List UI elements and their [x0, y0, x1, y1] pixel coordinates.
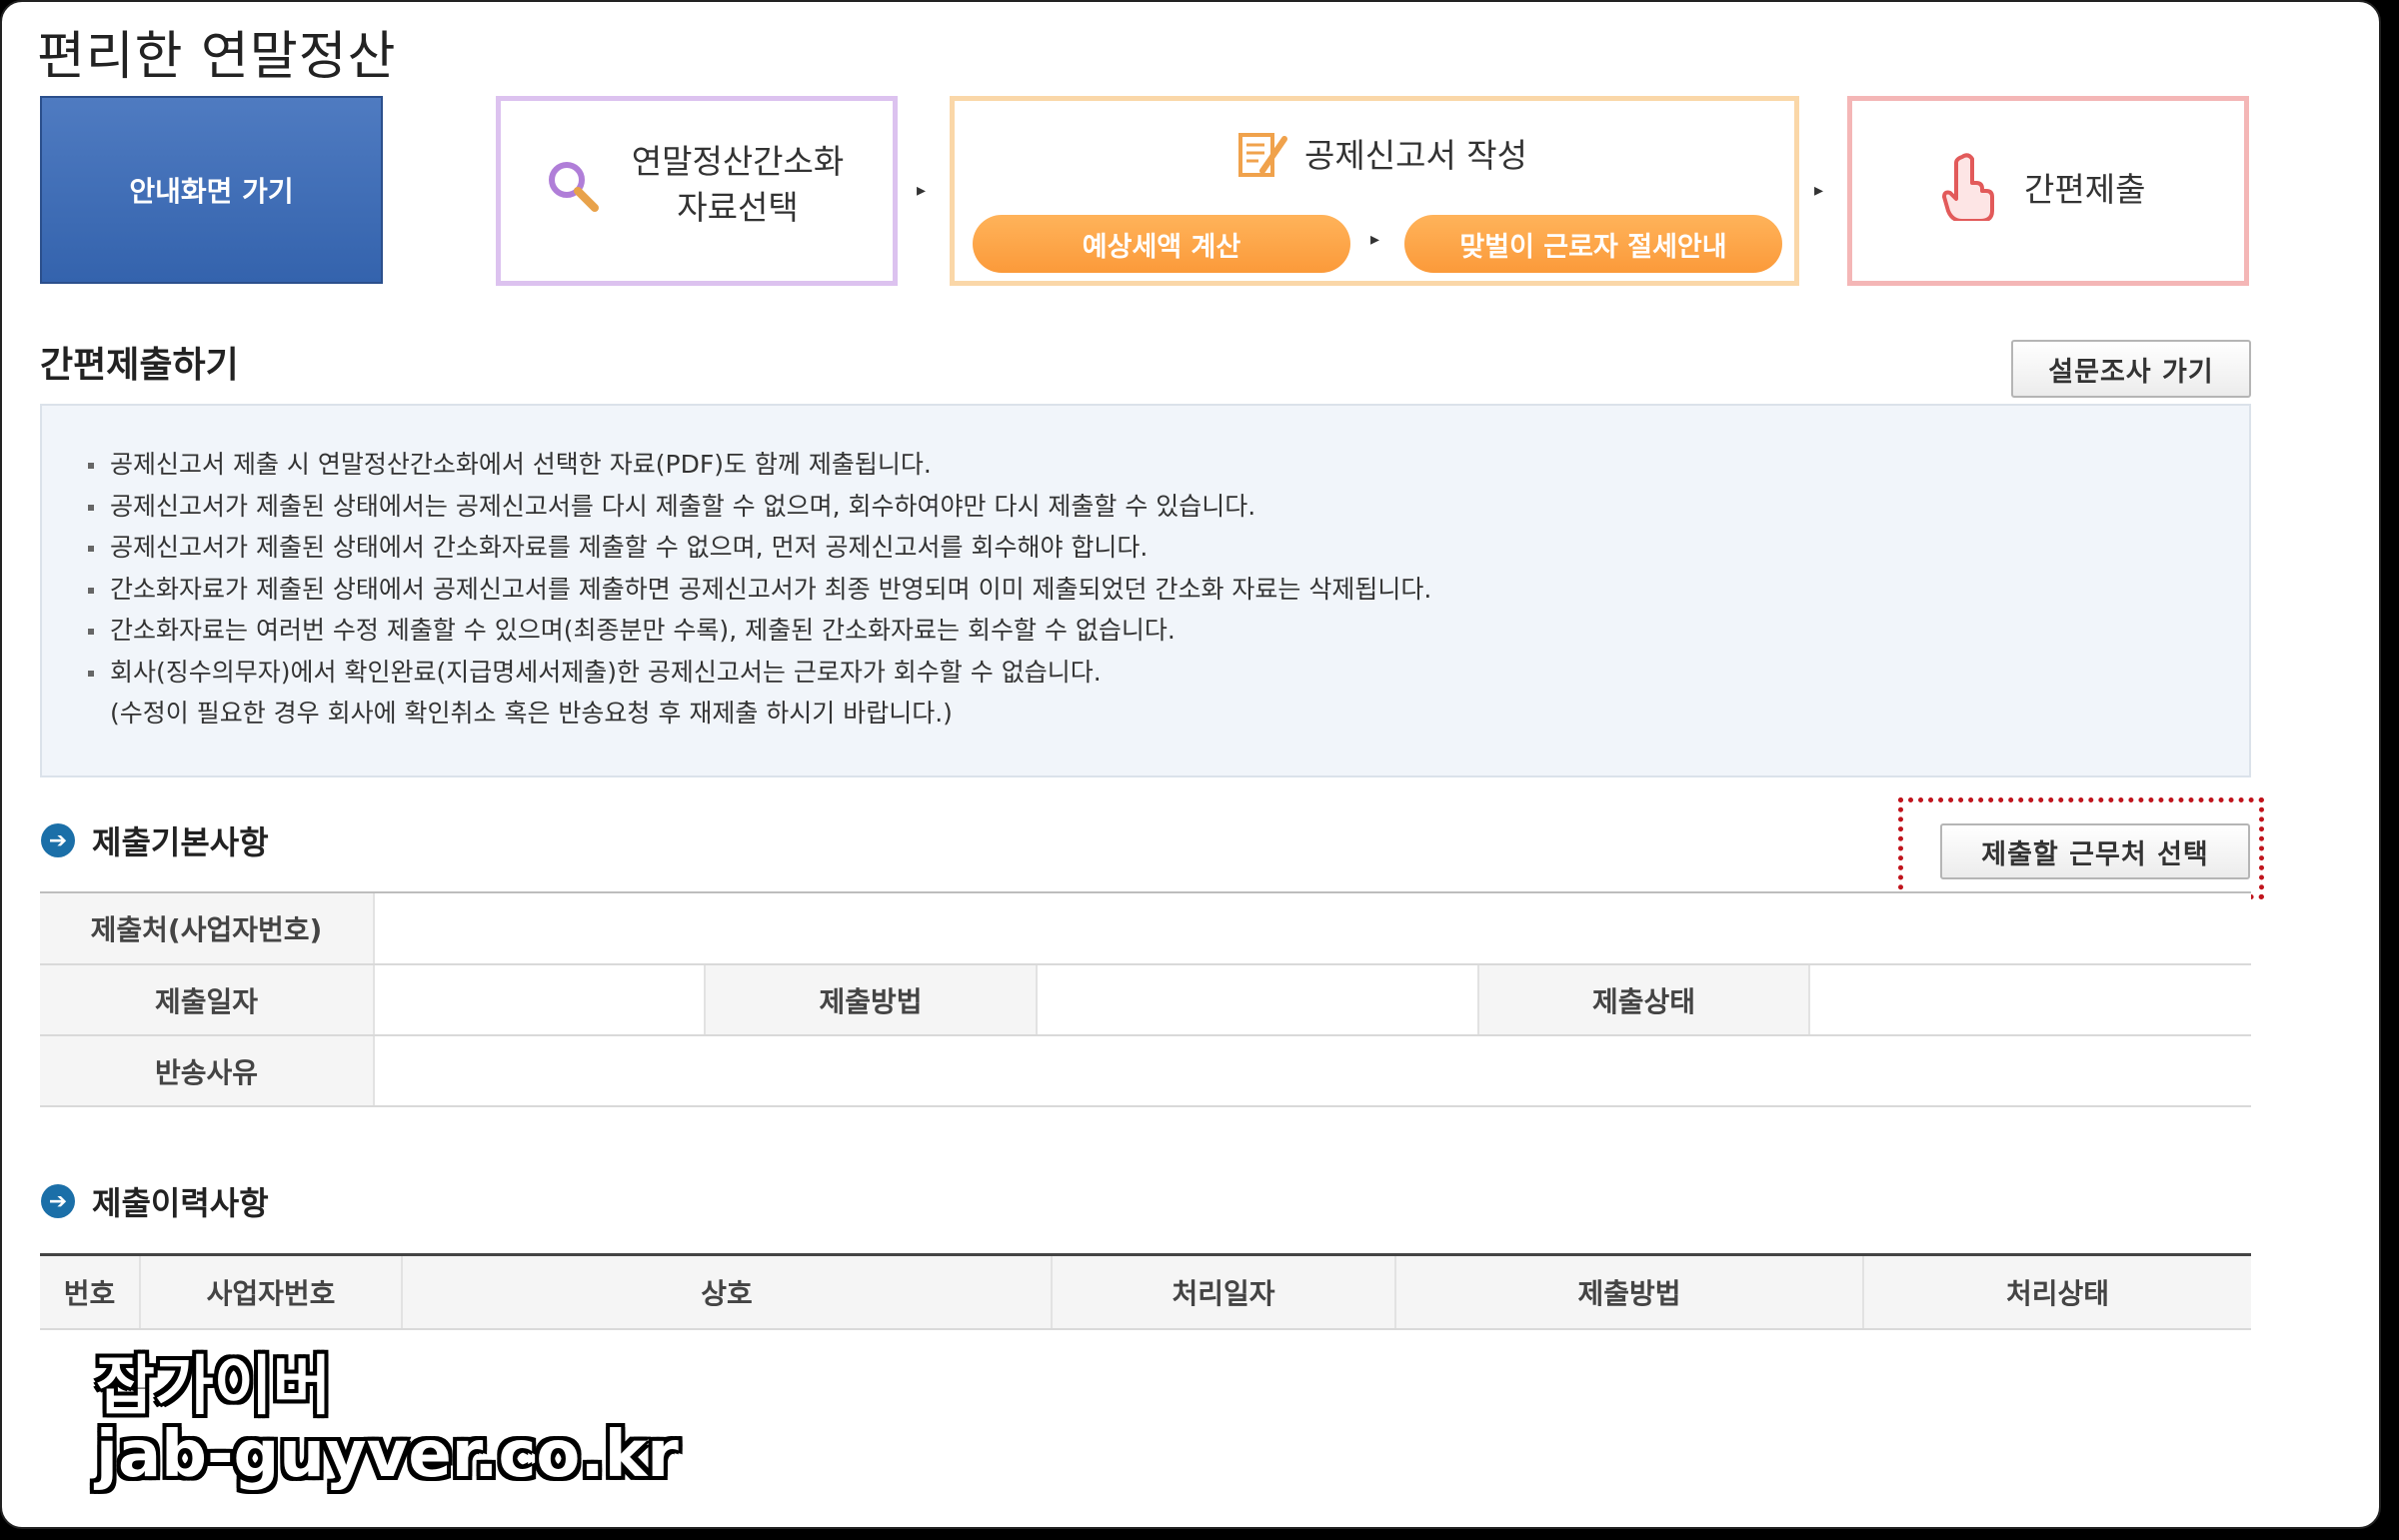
col-submit-method: 제출방법 — [1395, 1256, 1864, 1330]
history-table: 번호 사업자번호 상호 처리일자 제출방법 처리상태 — [40, 1256, 2251, 1330]
submitter-label: 제출처(사업자번호) — [40, 893, 375, 965]
step2-title: 공제신고서 작성 — [1304, 136, 1528, 175]
basic-info-table: 제출처(사업자번호) 제출일자 제출방법 제출상태 반송사유 — [40, 893, 2251, 1107]
section-title: 간편제출하기 — [40, 345, 239, 386]
select-workplace-button[interactable]: 제출할 근무처 선택 — [1940, 823, 2250, 879]
step-arrow-inner: ▸ — [1370, 229, 1380, 250]
magnifier-icon — [549, 162, 599, 212]
return-reason-label: 반송사유 — [40, 1035, 375, 1107]
survey-button[interactable]: 설문조사 가기 — [2011, 340, 2251, 398]
history-title: 제출이력사항 — [92, 1184, 269, 1222]
method-value — [1037, 964, 1479, 1036]
col-process-status: 처리상태 — [1863, 1256, 2251, 1330]
guide-screen-button[interactable]: 안내화면 가기 — [40, 96, 383, 284]
status-label: 제출상태 — [1478, 964, 1810, 1036]
arrow-circle-icon: ➔ — [41, 1184, 75, 1218]
watermark-url: jab-guyver.co.kr — [96, 1418, 679, 1492]
col-number: 번호 — [40, 1256, 141, 1330]
hand-pointer-icon — [1942, 153, 1994, 221]
step-arrow-1: ▸ — [917, 180, 927, 201]
notice-continuation: (수정이 필요한 경우 회사에 확인취소 혹은 반송요청 후 재제출 하시기 바… — [110, 699, 953, 728]
col-business-number: 사업자번호 — [140, 1256, 403, 1330]
col-company-name: 상호 — [402, 1256, 1053, 1330]
step-select-data[interactable]: 연말정산간소화 자료선택 — [496, 96, 898, 286]
notice-item: 간소화자료가 제출된 상태에서 공제신고서를 제출하면 공제신고서가 최종 반영… — [88, 569, 2249, 611]
col-processed-date: 처리일자 — [1052, 1256, 1396, 1330]
notice-item: 간소화자료는 여러번 수정 제출할 수 있으며(최종분만 수록), 제출된 간소… — [88, 610, 2249, 652]
basic-info-title: 제출기본사항 — [92, 823, 269, 861]
estimated-tax-button[interactable]: 예상세액 계산 — [973, 215, 1350, 273]
method-label: 제출방법 — [705, 964, 1038, 1036]
arrow-circle-icon: ➔ — [41, 823, 75, 857]
page-title: 편리한 연말정산 — [37, 27, 397, 87]
step-easy-submit[interactable]: 간편제출 — [1847, 96, 2249, 286]
date-value — [374, 964, 706, 1036]
step1-label-line1: 연말정산간소화 — [631, 142, 845, 181]
return-reason-value — [374, 1035, 2251, 1107]
date-label: 제출일자 — [40, 964, 375, 1036]
notice-item: 회사(징수의무자)에서 확인완료(지급명세서제출)한 공제신고서는 근로자가 회… — [88, 652, 2249, 694]
step-arrow-2: ▸ — [1814, 180, 1824, 201]
step3-title: 간편제출 — [2024, 170, 2146, 209]
notice-item: 공제신고서 제출 시 연말정산간소화에서 선택한 자료(PDF)도 함께 제출됩… — [88, 444, 2249, 486]
step-deduction-form[interactable]: 공제신고서 작성 예상세액 계산 ▸ 맞벌이 근로자 절세안내 — [950, 96, 1799, 286]
document-pencil-icon — [1238, 133, 1287, 177]
watermark-title: 잡가이버 — [96, 1350, 332, 1424]
notice-item: 공제신고서가 제출된 상태에서 간소화자료를 제출할 수 없으며, 먼저 공제신… — [88, 527, 2249, 569]
dual-income-tips-button[interactable]: 맞벌이 근로자 절세안내 — [1404, 215, 1782, 273]
notice-item: 공제신고서가 제출된 상태에서는 공제신고서를 다시 제출할 수 없으며, 회수… — [88, 486, 2249, 528]
notice-box: 공제신고서 제출 시 연말정산간소화에서 선택한 자료(PDF)도 함께 제출됩… — [40, 404, 2251, 777]
status-value — [1809, 964, 2251, 1036]
step1-label-line2: 자료선택 — [677, 188, 799, 227]
submitter-value — [374, 893, 2251, 965]
